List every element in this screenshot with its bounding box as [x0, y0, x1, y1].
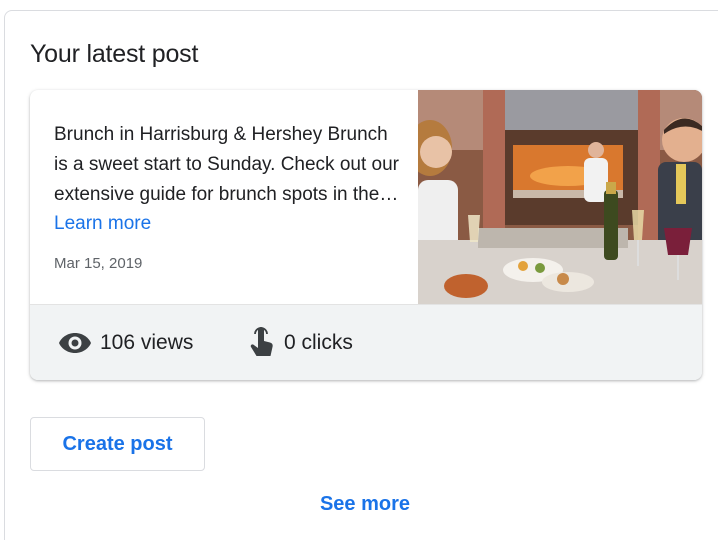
clicks-stat: 0 clicks [248, 305, 353, 380]
learn-more-link[interactable]: Learn more [54, 210, 151, 238]
eye-icon [58, 331, 92, 355]
views-count: 106 views [100, 331, 194, 354]
post-headline: Brunch in Harrisburg & Hershey Brunch is… [54, 124, 399, 205]
views-stat: 106 views [58, 305, 193, 380]
post-stats-bar: 106 views 0 clicks [30, 304, 702, 380]
post-image[interactable] [418, 90, 702, 304]
section-title: Your latest post [30, 40, 199, 68]
post-date: Mar 15, 2019 [54, 255, 143, 272]
touch-icon [248, 327, 276, 359]
post-card[interactable]: Brunch in Harrisburg & Hershey Brunch is… [30, 90, 702, 380]
clicks-count: 0 clicks [284, 331, 353, 354]
post-text-block: Brunch in Harrisburg & Hershey Brunch is… [54, 120, 404, 238]
see-more-link[interactable]: See more [0, 493, 718, 516]
create-post-button[interactable]: Create post [30, 417, 205, 471]
